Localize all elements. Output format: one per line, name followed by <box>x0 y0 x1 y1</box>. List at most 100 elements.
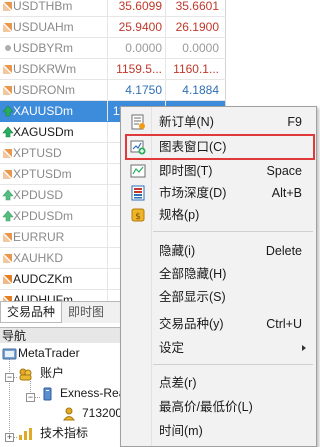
symbol-name: USDBYRm <box>13 41 74 55</box>
symbol-name: USDRONm <box>13 83 75 97</box>
ask-cell: 1160.1... <box>166 59 226 79</box>
menu-item-label: 市场深度(D) <box>159 186 227 200</box>
symbol-cell: USDUAHm <box>0 17 108 37</box>
bid-cell: 35.6099 <box>108 0 166 16</box>
nav-indicators-label: 技术指标 <box>40 426 89 440</box>
symbol-name: XPDUSDm <box>13 209 74 223</box>
symbol-cell: XAUHKD <box>0 248 108 268</box>
symbol-name: AUDCZKm <box>13 272 73 286</box>
symbol-name: EURRUR <box>13 230 65 244</box>
tab-symbols[interactable]: 交易品种 <box>0 302 62 323</box>
specification-icon: $ <box>131 208 145 222</box>
svg-text:$: $ <box>135 212 141 222</box>
menu-item-label: 最高价/最低价(L) <box>159 400 253 414</box>
symbol-name: XAGUSDm <box>13 125 74 139</box>
symbol-name: XPDUSD <box>13 188 64 202</box>
menu-item-high-low[interactable]: 最高价/最低价(L) <box>123 396 314 418</box>
symbol-cell: USDBYRm <box>0 38 108 58</box>
symbol-cell: USDKRWm <box>0 59 108 79</box>
menu-item-spread[interactable]: 点差(r) <box>123 372 314 394</box>
bid-cell: 1159.5... <box>108 59 166 79</box>
menu-item-shortcut: Alt+B <box>271 186 302 200</box>
menu-item-shortcut: Space <box>266 164 302 178</box>
nav-account-number: 713200 <box>82 406 123 420</box>
tab-tick-chart[interactable]: 即时图 <box>62 302 122 323</box>
ask-cell: 4.1884 <box>166 80 226 100</box>
navigator-title: 导航 <box>2 329 27 343</box>
menu-item-symbols[interactable]: 交易品种(y) Ctrl+U <box>123 313 314 335</box>
nav-root-label: MetaTrader <box>18 346 80 360</box>
symbol-cell: USDTHBm <box>0 0 108 16</box>
tick-chart-icon <box>130 164 146 178</box>
symbol-name: USDKRWm <box>13 62 77 76</box>
market-row[interactable]: USDRONm 4.1750 4.1884 <box>0 80 226 101</box>
annotation-highlight-box <box>125 134 315 160</box>
nav-server-label: Exness-Rea <box>60 386 126 400</box>
symbol-name: XPTUSD <box>13 146 62 160</box>
account-user-icon <box>63 407 75 421</box>
menu-item-label: 全部隐藏(H) <box>159 267 227 281</box>
menu-item-shortcut: Delete <box>265 244 302 258</box>
menu-item-shortcut: F9 <box>287 115 302 129</box>
symbol-cell: XPDUSD <box>0 185 108 205</box>
menu-item-time[interactable]: 时间(m) <box>123 420 314 442</box>
market-row[interactable]: USDBYRm 0.0000 0.0000 <box>0 38 226 59</box>
symbol-cell: AUDHUFm <box>0 290 108 301</box>
expand-server-toggle[interactable]: − <box>26 393 35 402</box>
symbol-name: XAUUSDm <box>13 104 74 118</box>
accounts-icon <box>19 368 32 381</box>
symbol-cell: XAUUSDm <box>0 101 108 121</box>
menu-item-label: 即时图(T) <box>159 164 213 178</box>
expand-indicators-toggle[interactable]: + <box>5 433 14 442</box>
ask-cell: 35.6601 <box>166 0 226 16</box>
symbol-cell: AUDCZKm <box>0 269 108 289</box>
market-row[interactable]: USDKRWm 1159.5... 1160.1... <box>0 59 226 80</box>
bid-cell: 0.0000 <box>108 38 166 58</box>
tab-tick-chart-label: 即时图 <box>68 305 105 319</box>
symbol-cell: XPTUSDm <box>0 164 108 184</box>
submenu-arrow-icon <box>302 345 306 351</box>
menu-item-label: 规格(p) <box>159 208 200 222</box>
menu-item-label: 全部显示(S) <box>159 290 226 304</box>
menu-item-specification[interactable]: $ 规格(p) <box>123 204 314 226</box>
menu-item-tick-chart[interactable]: 即时图(T) Space <box>123 160 314 182</box>
symbol-name: XPTUSDm <box>13 167 72 181</box>
menu-item-market-depth[interactable]: 市场深度(D) Alt+B <box>123 182 314 204</box>
context-menu: 新订单(N) F9 图表窗口(C) 即时图(T) Space 市场深度(D) A… <box>120 106 317 447</box>
menu-separator <box>153 231 313 232</box>
symbol-name: USDTHBm <box>13 0 73 13</box>
symbol-cell: XPDUSDm <box>0 206 108 226</box>
symbol-name: AUDHUFm <box>13 293 73 301</box>
menu-item-new-order[interactable]: 新订单(N) F9 <box>123 111 314 133</box>
nav-accounts-label: 账户 <box>40 366 65 380</box>
menu-item-hide[interactable]: 隐藏(i) Delete <box>123 240 314 262</box>
server-icon <box>43 387 52 401</box>
menu-item-hide-all[interactable]: 全部隐藏(H) <box>123 263 314 285</box>
symbol-cell: XPTUSD <box>0 143 108 163</box>
symbol-name: USDUAHm <box>13 20 74 34</box>
market-row[interactable]: USDUAHm 25.9400 26.1900 <box>0 17 226 38</box>
metatrader-icon <box>2 348 17 360</box>
menu-item-label: 点差(r) <box>159 376 197 390</box>
bid-cell: 4.1750 <box>108 80 166 100</box>
menu-item-settings[interactable]: 设定 <box>123 337 314 359</box>
ask-cell: 26.1900 <box>166 17 226 37</box>
ask-cell: 0.0000 <box>166 38 226 58</box>
new-order-icon <box>131 114 145 130</box>
menu-item-label: 时间(m) <box>159 424 203 438</box>
menu-item-show-all[interactable]: 全部显示(S) <box>123 286 314 308</box>
bid-cell: 25.9400 <box>108 17 166 37</box>
menu-item-label: 交易品种(y) <box>159 317 224 331</box>
market-row[interactable]: USDTHBm 35.6099 35.6601 <box>0 0 226 17</box>
indicators-icon <box>19 428 32 440</box>
market-depth-icon <box>131 185 145 201</box>
menu-item-label: 隐藏(i) <box>159 244 196 258</box>
menu-item-label: 新订单(N) <box>159 115 214 129</box>
menu-item-shortcut: Ctrl+U <box>266 317 302 331</box>
tab-symbols-label: 交易品种 <box>7 305 56 319</box>
tree-line <box>9 358 10 438</box>
symbol-name: XAUHKD <box>13 251 64 265</box>
symbol-cell: USDRONm <box>0 80 108 100</box>
expand-accounts-toggle[interactable]: − <box>5 373 14 382</box>
menu-separator <box>153 364 313 365</box>
